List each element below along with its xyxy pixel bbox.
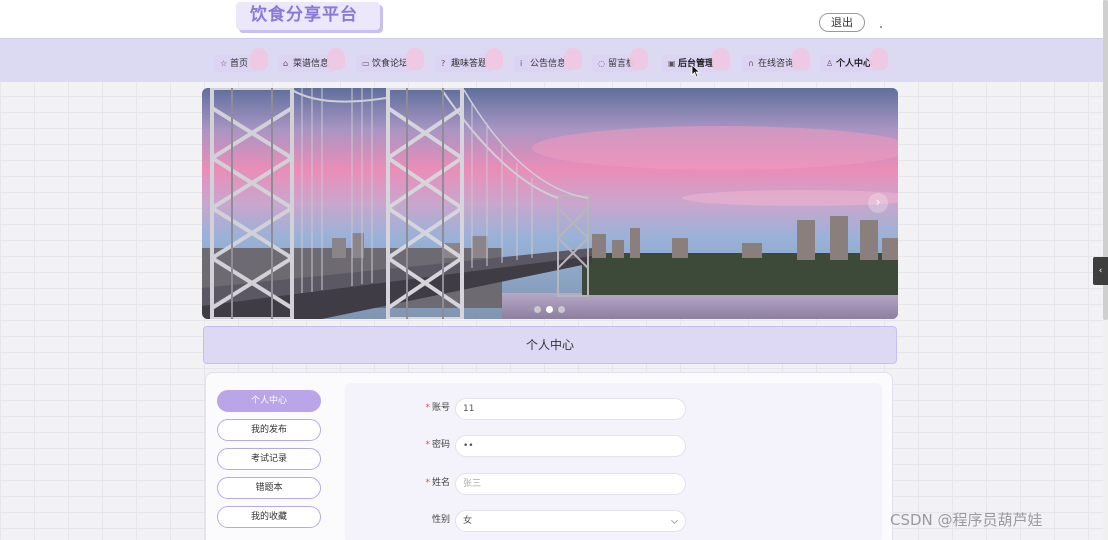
logout-button[interactable]: 退出 xyxy=(819,13,865,32)
nav-item-home[interactable]: ☆ 首页 xyxy=(214,48,268,72)
required-mark: * xyxy=(425,403,430,413)
sidebar-item-my-posts[interactable]: 我的发布 xyxy=(217,419,321,441)
chevron-left-icon[interactable]: ‹ xyxy=(1093,257,1108,285)
sidebar-item-profile[interactable]: 个人中心 xyxy=(217,390,321,412)
heart-decoration xyxy=(250,48,268,70)
page-title: 个人中心 xyxy=(203,326,897,364)
nav-item-profile[interactable]: ♙ 个人中心 xyxy=(820,48,888,72)
nav-item-recipes[interactable]: ⌂ 菜谱信息 xyxy=(277,48,345,72)
service-icon: ∩ xyxy=(748,59,754,68)
nav-item-consult[interactable]: ∩ 在线咨询 xyxy=(742,48,810,72)
home-icon: ⌂ xyxy=(283,59,289,68)
nav-item-label: 饮食论坛 xyxy=(372,59,409,69)
site-logo[interactable]: 饮食分享平台 xyxy=(236,2,380,30)
sidebar-item-wrong-answers[interactable]: 错题本 xyxy=(217,477,321,499)
heart-decoration xyxy=(792,48,810,70)
required-mark: * xyxy=(425,440,430,450)
nav-item-notices[interactable]: i 公告信息 xyxy=(514,48,582,72)
nav-item-label: 菜谱信息 xyxy=(293,59,330,69)
required-mark: * xyxy=(425,478,430,488)
password-label: * 密码 xyxy=(425,440,450,450)
carousel-dot-active[interactable] xyxy=(546,306,553,313)
star-icon: ☆ xyxy=(220,59,228,68)
name-label: * 姓名 xyxy=(425,478,450,488)
nav-item-label: 在线咨询 xyxy=(758,59,795,69)
nav-item-label: 个人中心 xyxy=(836,59,873,69)
password-field[interactable]: •• xyxy=(455,435,686,457)
mouse-cursor-icon xyxy=(691,64,701,78)
chat-icon: ▭ xyxy=(362,59,370,68)
heart-decoration xyxy=(406,48,424,70)
gender-label: 性别 xyxy=(431,515,450,525)
nav-item-label: 趣味答题 xyxy=(451,59,488,69)
heart-decoration xyxy=(870,48,888,70)
carousel-next-button[interactable]: › xyxy=(868,193,888,213)
nav-item-guestbook[interactable]: ◌ 留言板 xyxy=(592,48,648,72)
heart-decoration xyxy=(485,48,503,70)
top-bar: 饮食分享平台 退出 xyxy=(0,0,1108,38)
nav-item-label: 首页 xyxy=(230,59,249,69)
name-field[interactable]: 张三 xyxy=(455,473,686,495)
message-icon: ◌ xyxy=(598,59,605,68)
carousel-dot[interactable] xyxy=(558,306,565,313)
heart-decoration xyxy=(712,48,730,70)
heart-decoration xyxy=(630,48,648,70)
heart-decoration xyxy=(327,48,345,70)
account-field[interactable]: 11 xyxy=(455,398,686,420)
carousel-dot[interactable] xyxy=(534,306,541,313)
sidebar-item-favorites[interactable]: 我的收藏 xyxy=(217,506,321,528)
heart-decoration xyxy=(564,48,582,70)
nav-item-forum[interactable]: ▭ 饮食论坛 xyxy=(356,48,424,72)
question-icon: ? xyxy=(441,59,446,68)
divider xyxy=(880,26,882,28)
watermark: CSDN @程序员葫芦娃 xyxy=(890,511,1043,529)
banner-carousel[interactable] xyxy=(202,88,898,319)
nav-item-label: 公告信息 xyxy=(530,59,567,69)
account-label: * 账号 xyxy=(425,403,450,413)
user-icon: ♙ xyxy=(826,59,834,68)
bridge-banner-image xyxy=(202,88,898,319)
admin-icon: ▣ xyxy=(668,59,676,68)
sidebar-item-exam-records[interactable]: 考试记录 xyxy=(217,448,321,470)
info-icon: i xyxy=(520,59,523,68)
main-nav: ☆ 首页 ⌂ 菜谱信息 ▭ 饮食论坛 ? 趣味答题 i 公告信息 ◌ 留言板 ▣ 后台管理 ∩… xyxy=(0,38,1103,82)
gender-select[interactable]: 女 xyxy=(455,510,686,532)
nav-item-quiz[interactable]: ? 趣味答题 xyxy=(435,48,503,72)
